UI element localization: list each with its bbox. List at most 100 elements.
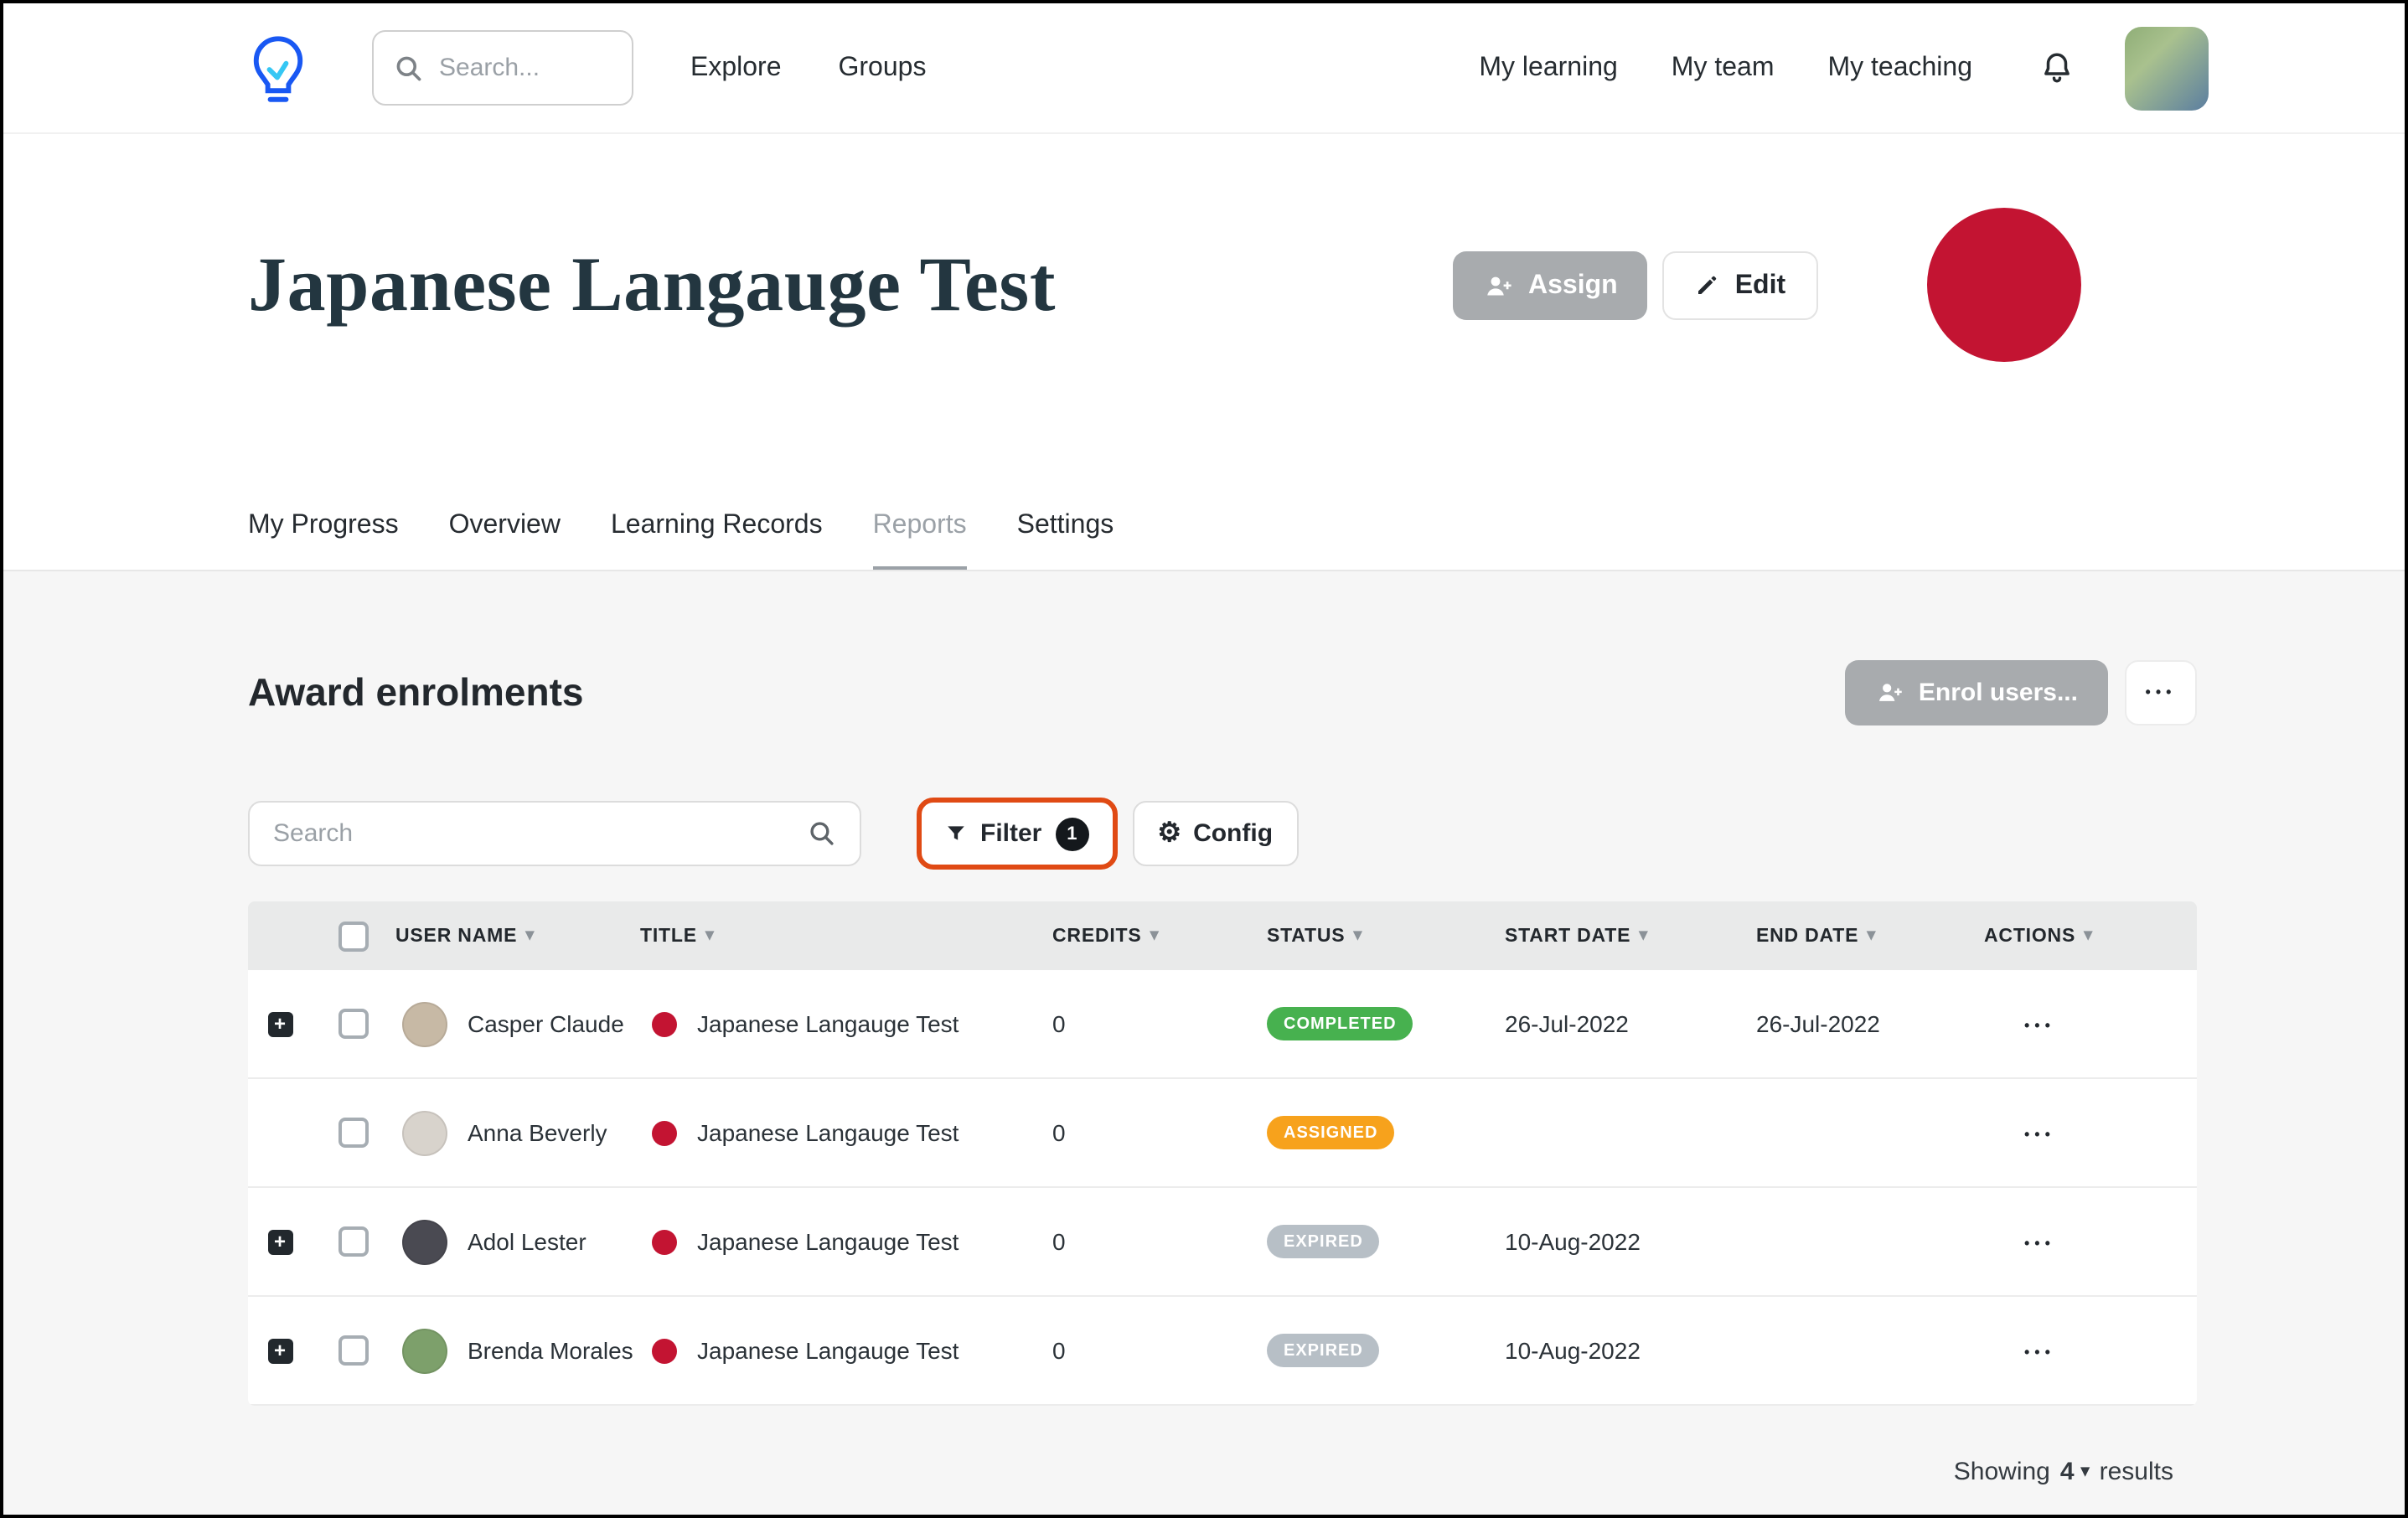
row-actions-icon[interactable]: ••• bbox=[2024, 1126, 2055, 1143]
results-suffix: results bbox=[2100, 1458, 2173, 1486]
table-row: + Casper Claude Japanese Langauge Test 0… bbox=[248, 970, 2197, 1079]
assign-button[interactable]: Assign bbox=[1453, 251, 1648, 320]
expand-row-icon[interactable]: + bbox=[267, 1338, 292, 1363]
pencil-icon bbox=[1695, 273, 1720, 298]
expand-row-icon[interactable]: + bbox=[267, 1011, 292, 1036]
column-header-actions[interactable]: ACTIONS▾ bbox=[1984, 926, 2197, 946]
row-actions-icon[interactable]: ••• bbox=[2024, 1344, 2055, 1361]
page-title: Japanese Langauge Test bbox=[248, 240, 1056, 328]
filter-button[interactable]: Filter 1 bbox=[917, 798, 1117, 870]
user-name[interactable]: Casper Claude bbox=[468, 1010, 624, 1037]
tab-my-progress[interactable]: My Progress bbox=[248, 511, 399, 570]
app-logo-icon[interactable] bbox=[248, 33, 308, 103]
column-header-credits[interactable]: CREDITS▾ bbox=[1052, 926, 1267, 946]
section-heading: Award enrolments bbox=[248, 670, 584, 715]
ellipsis-icon: ••• bbox=[2146, 685, 2177, 700]
nav-link-my-learning[interactable]: My learning bbox=[1479, 53, 1617, 83]
award-title-cell[interactable]: Japanese Langauge Test bbox=[697, 1119, 959, 1146]
status-badge: EXPIRED bbox=[1267, 1225, 1380, 1258]
start-date: 10-Aug-2022 bbox=[1505, 1337, 1756, 1364]
award-thumbnail bbox=[652, 1338, 677, 1363]
credits-value: 0 bbox=[1052, 1228, 1267, 1255]
sort-caret-icon: ▾ bbox=[1353, 927, 1362, 945]
user-name[interactable]: Anna Beverly bbox=[468, 1119, 607, 1146]
end-date: 26-Jul-2022 bbox=[1756, 1010, 1984, 1037]
credits-value: 0 bbox=[1052, 1119, 1267, 1146]
enrol-users-button[interactable]: Enrol users... bbox=[1845, 660, 2108, 725]
award-thumbnail bbox=[652, 1120, 677, 1145]
nav-link-my-team[interactable]: My team bbox=[1672, 53, 1775, 83]
row-checkbox[interactable] bbox=[338, 1009, 369, 1039]
table-search-input[interactable] bbox=[273, 819, 808, 848]
user-name[interactable]: Adol Lester bbox=[468, 1228, 586, 1255]
config-button[interactable]: ⚙ Config bbox=[1132, 801, 1298, 866]
global-search-input[interactable] bbox=[439, 54, 612, 82]
column-header-status[interactable]: STATUS▾ bbox=[1267, 926, 1505, 946]
column-header-user-name[interactable]: USER NAME▾ bbox=[395, 926, 640, 946]
column-header-start-date[interactable]: START DATE▾ bbox=[1505, 926, 1756, 946]
gear-icon: ⚙ bbox=[1157, 820, 1181, 847]
table-row: + Brenda Morales Japanese Langauge Test … bbox=[248, 1297, 2197, 1406]
config-button-label: Config bbox=[1193, 819, 1273, 848]
search-icon bbox=[808, 819, 836, 848]
select-all-checkbox[interactable] bbox=[338, 921, 369, 951]
header-actions: Assign Edit bbox=[1453, 251, 1817, 320]
tab-settings[interactable]: Settings bbox=[1017, 511, 1114, 570]
row-actions-icon[interactable]: ••• bbox=[2024, 1017, 2055, 1034]
sort-caret-icon: ▾ bbox=[705, 927, 715, 945]
row-checkbox[interactable] bbox=[338, 1335, 369, 1366]
sort-caret-icon: ▾ bbox=[525, 927, 535, 945]
avatar bbox=[402, 1110, 447, 1155]
results-prefix: Showing bbox=[1954, 1458, 2050, 1486]
award-title-cell[interactable]: Japanese Langauge Test bbox=[697, 1337, 959, 1364]
row-checkbox[interactable] bbox=[338, 1226, 369, 1257]
column-header-end-date[interactable]: END DATE▾ bbox=[1756, 926, 1984, 946]
global-search[interactable] bbox=[372, 30, 633, 106]
filter-button-label: Filter bbox=[980, 819, 1041, 848]
navbar-right: My learning My team My teaching bbox=[1479, 26, 2209, 110]
row-checkbox[interactable] bbox=[338, 1118, 369, 1148]
expand-row-icon[interactable]: + bbox=[267, 1229, 292, 1254]
award-thumbnail bbox=[652, 1229, 677, 1254]
award-image bbox=[1927, 208, 2081, 362]
avatar bbox=[402, 1001, 447, 1046]
award-thumbnail bbox=[652, 1011, 677, 1036]
sort-caret-icon: ▾ bbox=[2084, 927, 2093, 945]
nav-link-explore[interactable]: Explore bbox=[690, 53, 782, 83]
assign-button-label: Assign bbox=[1528, 271, 1618, 301]
award-title-cell[interactable]: Japanese Langauge Test bbox=[697, 1010, 959, 1037]
results-footer: Showing 4 ▾ results bbox=[248, 1458, 2197, 1486]
user-name[interactable]: Brenda Morales bbox=[468, 1337, 633, 1364]
sort-caret-icon: ▾ bbox=[1639, 927, 1648, 945]
status-badge: COMPLETED bbox=[1267, 1007, 1413, 1040]
sort-caret-icon: ▾ bbox=[1150, 927, 1160, 945]
edit-button[interactable]: Edit bbox=[1663, 251, 1817, 320]
table-row: + Adol Lester Japanese Langauge Test 0 E… bbox=[248, 1188, 2197, 1297]
start-date: 26-Jul-2022 bbox=[1505, 1010, 1756, 1037]
tab-overview[interactable]: Overview bbox=[449, 511, 561, 570]
nav-link-groups[interactable]: Groups bbox=[839, 53, 927, 83]
table-search[interactable] bbox=[248, 801, 861, 866]
edit-button-label: Edit bbox=[1735, 271, 1785, 301]
enrol-users-label: Enrol users... bbox=[1919, 679, 2078, 707]
more-actions-button[interactable]: ••• bbox=[2125, 660, 2197, 725]
app-window: Explore Groups My learning My team My te… bbox=[0, 0, 2408, 1518]
award-title-cell[interactable]: Japanese Langauge Test bbox=[697, 1228, 959, 1255]
table-body: + Casper Claude Japanese Langauge Test 0… bbox=[248, 970, 2197, 1406]
notifications-bell-icon[interactable] bbox=[2039, 50, 2075, 85]
person-plus-icon bbox=[1875, 679, 1904, 707]
column-header-title[interactable]: TITLE▾ bbox=[640, 926, 1052, 946]
filter-count-badge: 1 bbox=[1055, 817, 1088, 850]
section-actions: Enrol users... ••• bbox=[1845, 660, 2197, 725]
tab-learning-records[interactable]: Learning Records bbox=[611, 511, 823, 570]
search-icon bbox=[394, 53, 424, 83]
enrolments-table: USER NAME▾ TITLE▾ CREDITS▾ STATUS▾ START… bbox=[248, 901, 2197, 1406]
credits-value: 0 bbox=[1052, 1010, 1267, 1037]
row-actions-icon[interactable]: ••• bbox=[2024, 1235, 2055, 1252]
results-count-dropdown[interactable]: 4 ▾ bbox=[2060, 1458, 2090, 1486]
status-badge: EXPIRED bbox=[1267, 1334, 1380, 1367]
user-avatar[interactable] bbox=[2125, 26, 2209, 110]
tab-reports[interactable]: Reports bbox=[873, 511, 967, 570]
chevron-down-icon: ▾ bbox=[2081, 1463, 2090, 1481]
nav-link-my-teaching[interactable]: My teaching bbox=[1827, 53, 1972, 83]
